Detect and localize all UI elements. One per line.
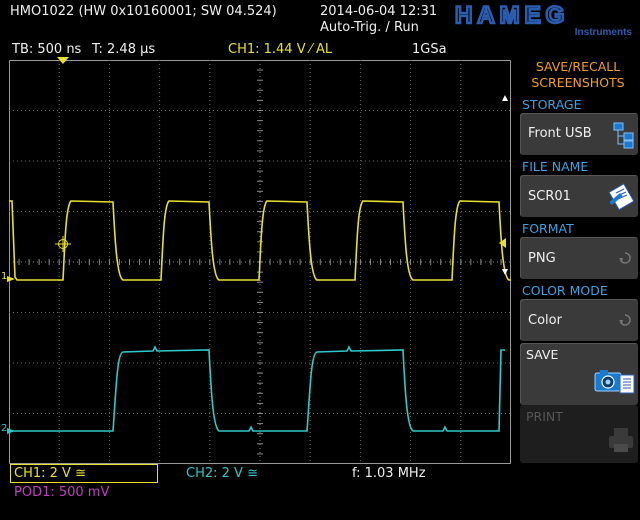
ch1-marker-arrow-icon[interactable] [6,275,16,283]
print-softkey[interactable]: PRINT [520,405,638,463]
rotate-arrow-icon [619,252,631,264]
pod1-setting[interactable]: POD1: 500 mV [14,485,109,500]
trigger-level-marker-icon[interactable] [497,237,507,249]
device-info: HMO1022 (HW 0x10160001; SW 04.524) [10,4,277,19]
storage-softkey[interactable]: Front USB [520,113,638,155]
colormode-softkey[interactable]: Color [520,299,638,341]
trigger-time: T: 2.48 µs [92,42,156,57]
save-softkey[interactable]: SAVE [520,343,638,405]
timebase: TB: 500 ns [12,42,82,57]
menu-title-line1: SAVE/RECALL [535,59,621,74]
filename-value: SCR01 [528,189,571,204]
printer-icon [609,428,633,452]
colormode-value: Color [528,313,562,328]
format-softkey[interactable]: PNG [520,237,638,279]
brand-sub: Instruments [575,27,633,36]
trigger-status: Auto-Trig. / Run [320,20,419,35]
colormode-label: COLOR MODE [522,283,608,298]
menu-title-line2: SCREENSHOTS [531,75,625,90]
scroll-up-icon[interactable] [501,94,509,102]
trigger-level: CH1: 1.44 V ⁄ AL [228,42,333,57]
hameg-logo: HAMEG Instruments [454,2,633,36]
filename-label: FILE NAME [522,159,589,174]
save-label: SAVE [526,347,559,362]
edit-file-icon [608,183,635,211]
scope-display[interactable] [9,60,511,464]
camera-icon [594,370,635,394]
usb-folders-icon [613,122,634,149]
scroll-down-icon[interactable] [501,268,509,276]
rotate-arrow-icon [619,314,631,326]
ch1-setting: CH1: 2 V ≅ [14,466,86,481]
ch2-setting[interactable]: CH2: 2 V ≅ [186,466,258,481]
storage-value: Front USB [528,126,592,141]
datetime: 2014-06-04 12:31 [320,4,438,19]
ch2-waveform [9,345,505,432]
storage-label: STORAGE [522,97,582,112]
ch2-marker-arrow-icon[interactable] [6,427,16,435]
print-label: PRINT [526,409,563,424]
brand-name: HAMEG [455,2,569,29]
crosshair-icon[interactable] [55,236,71,252]
trigger-t-marker-icon[interactable] [56,56,70,66]
frequency-readout: f: 1.03 MHz [352,466,426,481]
filename-softkey[interactable]: SCR01 [520,175,638,217]
format-value: PNG [528,251,556,266]
sample-rate: 1GSa [412,42,447,57]
format-label: FORMAT [522,221,574,236]
